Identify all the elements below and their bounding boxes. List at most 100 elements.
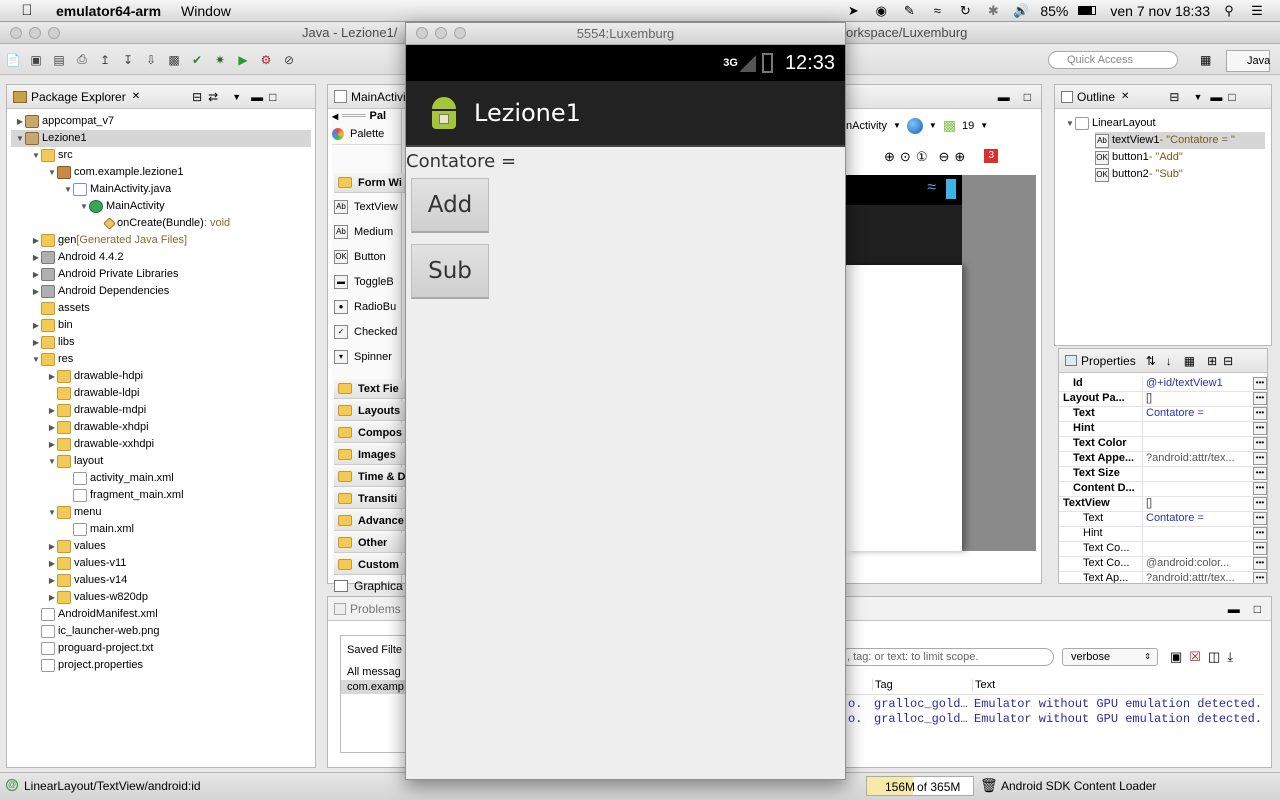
- filter-icon[interactable]: ▦: [1184, 354, 1195, 368]
- sub-button[interactable]: Sub: [411, 244, 489, 299]
- palette-widget-4[interactable]: ● RadioBu: [334, 295, 396, 319]
- sync-icon[interactable]: ◉: [872, 3, 890, 19]
- property-edit-button[interactable]: •••: [1253, 542, 1267, 555]
- view-menu-icon[interactable]: ▼: [232, 92, 241, 102]
- property-edit-button[interactable]: •••: [1253, 467, 1267, 480]
- minimize-window-button[interactable]: [29, 27, 41, 39]
- download-icon[interactable]: ↧: [118, 51, 138, 69]
- tree-item-main-xml[interactable]: main.xml: [63, 521, 134, 538]
- tree-item-project-properties[interactable]: project.properties: [31, 657, 143, 674]
- property-row[interactable]: Hint •••: [1059, 527, 1267, 542]
- print-icon[interactable]: ⎙: [72, 51, 92, 69]
- property-value[interactable]: ?android:attr/tex...: [1143, 452, 1253, 466]
- palette-group-0[interactable]: Text Fie: [334, 379, 406, 399]
- maximize-bottom-icon[interactable]: □: [1254, 602, 1261, 616]
- tree-item-values[interactable]: ▶ values: [47, 538, 106, 555]
- property-edit-button[interactable]: •••: [1253, 392, 1267, 405]
- tree-item-ic-launcher-web[interactable]: ic_launcher-web.png: [31, 623, 160, 640]
- emulator-close-button[interactable]: [416, 27, 428, 39]
- palette-group-8[interactable]: Custom: [334, 555, 406, 575]
- property-value[interactable]: []: [1143, 497, 1253, 511]
- property-row[interactable]: Text Contatore = •••: [1059, 512, 1267, 527]
- zoom-real-icon[interactable]: ⊙: [900, 149, 911, 165]
- property-edit-button[interactable]: •••: [1253, 407, 1267, 420]
- close-outline-icon[interactable]: ✕: [1121, 91, 1129, 102]
- expand-arrow-icon[interactable]: ▼: [31, 147, 41, 164]
- expand-arrow-icon[interactable]: ▼: [47, 504, 57, 521]
- add-button[interactable]: Add: [411, 178, 489, 233]
- property-value[interactable]: [1143, 542, 1253, 556]
- save-log-icon[interactable]: ▣: [1170, 649, 1182, 665]
- expand-arrow-icon[interactable]: ▶: [47, 589, 57, 606]
- expand-arrow-icon[interactable]: ▶: [31, 317, 41, 334]
- maximize-view-icon[interactable]: □: [269, 90, 276, 104]
- property-value[interactable]: []: [1143, 392, 1253, 406]
- bluetooth-icon[interactable]: ✱: [984, 3, 1002, 19]
- outline-tab[interactable]: Outline ✕ ⊟ ▼ ▬ □: [1055, 85, 1271, 109]
- tree-item-manifest[interactable]: AndroidManifest.xml: [31, 606, 158, 623]
- property-value[interactable]: [1143, 527, 1253, 541]
- property-row[interactable]: Layout Pa...[] •••: [1059, 392, 1267, 407]
- collapse-outline-icon[interactable]: ⊟: [1169, 90, 1179, 104]
- tree-item-assets[interactable]: assets: [31, 300, 90, 317]
- new-icon[interactable]: 📄: [3, 51, 23, 69]
- upload-icon[interactable]: ↥: [95, 51, 115, 69]
- palette-widget-2[interactable]: OK Button: [334, 245, 386, 269]
- expand-arrow-icon[interactable]: ▶: [31, 232, 41, 249]
- col-text-header[interactable]: Text: [972, 679, 995, 691]
- property-edit-button[interactable]: •••: [1253, 512, 1267, 525]
- expand-arrow-icon[interactable]: ▼: [1065, 115, 1075, 132]
- sort-icon[interactable]: ⇅: [1146, 354, 1156, 368]
- property-row[interactable]: Text Co... @android:color... •••: [1059, 557, 1267, 572]
- battery-icon[interactable]: [1078, 3, 1097, 19]
- property-edit-button[interactable]: •••: [1253, 557, 1267, 570]
- property-row[interactable]: TextView[] •••: [1059, 497, 1267, 512]
- property-value[interactable]: @android:color...: [1143, 557, 1253, 571]
- zoom-out-icon[interactable]: ⊖: [938, 149, 949, 165]
- maximize-outline-icon[interactable]: □: [1228, 90, 1235, 104]
- property-row[interactable]: Text Ap... ?android:attr/tex... •••: [1059, 572, 1267, 583]
- outline-item-button2[interactable]: OK button2 - "Sub": [1095, 166, 1183, 183]
- property-edit-button[interactable]: •••: [1253, 377, 1267, 390]
- property-edit-button[interactable]: •••: [1253, 572, 1267, 583]
- palette-group-5[interactable]: Transiti: [334, 489, 406, 509]
- minimize-outline-icon[interactable]: ▬: [1210, 90, 1222, 104]
- property-edit-button[interactable]: •••: [1253, 497, 1267, 510]
- log-row[interactable]: o. gralloc_gold… Emulator without GPU emul…: [846, 697, 1264, 712]
- date-time[interactable]: ven 7 nov 18:33: [1110, 3, 1210, 19]
- outline-item-textView1[interactable]: Ab textView1 - "Contatore = ": [1095, 132, 1265, 149]
- log-level-select[interactable]: verbose ⇕: [1062, 648, 1158, 666]
- tree-item-layout[interactable]: ▼ layout: [47, 453, 103, 470]
- tree-item-main-activity-java[interactable]: ▼ MainActivity.java: [63, 181, 171, 198]
- expand-arrow-icon[interactable]: ▶: [47, 368, 57, 385]
- zoom-fit-icon[interactable]: ⊕: [884, 149, 895, 165]
- property-row[interactable]: Id @+id/textView1 •••: [1059, 377, 1267, 392]
- tree-item-values-v11[interactable]: ▶ values-v11: [47, 555, 126, 572]
- palette-group-form-widgets[interactable]: Form Wi: [334, 173, 406, 193]
- wifi-icon[interactable]: ≈: [928, 3, 946, 19]
- outline-item-button1[interactable]: OK button1 - "Add": [1095, 149, 1183, 166]
- close-window-button[interactable]: [10, 27, 22, 39]
- properties-tab[interactable]: Properties ⇅ ↓ ▦ ⊞ ⊟: [1059, 349, 1267, 373]
- expand-arrow-icon[interactable]: ▶: [31, 249, 41, 266]
- palette-group-4[interactable]: Time & D: [334, 467, 406, 487]
- tree-item-drawable-ldpi[interactable]: drawable-ldpi: [47, 385, 139, 402]
- property-value[interactable]: [1143, 467, 1253, 481]
- zoom-window-button[interactable]: [48, 27, 60, 39]
- palette-group-6[interactable]: Advance: [334, 511, 406, 531]
- package-explorer-tab[interactable]: Package Explorer ✕ ⊟ ⇄ ▼ ▬ □: [7, 85, 315, 109]
- tree-item-proguard[interactable]: proguard-project.txt: [31, 640, 153, 657]
- property-value[interactable]: [1143, 422, 1253, 436]
- alpha-sort-icon[interactable]: ↓: [1166, 354, 1172, 368]
- property-row[interactable]: Text Color •••: [1059, 437, 1267, 452]
- property-row[interactable]: Text Appe... ?android:attr/tex... •••: [1059, 452, 1267, 467]
- expand-arrow-icon[interactable]: ▼: [47, 453, 57, 470]
- emulator-minimize-button[interactable]: [435, 27, 447, 39]
- expand-arrow-icon[interactable]: ▼: [63, 181, 73, 198]
- tree-item-drawable-hdpi[interactable]: ▶ drawable-hdpi: [47, 368, 143, 385]
- logcat-search-input[interactable]: , tag: or text: to limit scope.: [840, 648, 1054, 666]
- android-api-icon[interactable]: ▩: [943, 117, 956, 134]
- volume-icon[interactable]: 🔊: [1012, 3, 1030, 19]
- notification-center-icon[interactable]: ☰: [1248, 3, 1266, 19]
- property-edit-button[interactable]: •••: [1253, 422, 1267, 435]
